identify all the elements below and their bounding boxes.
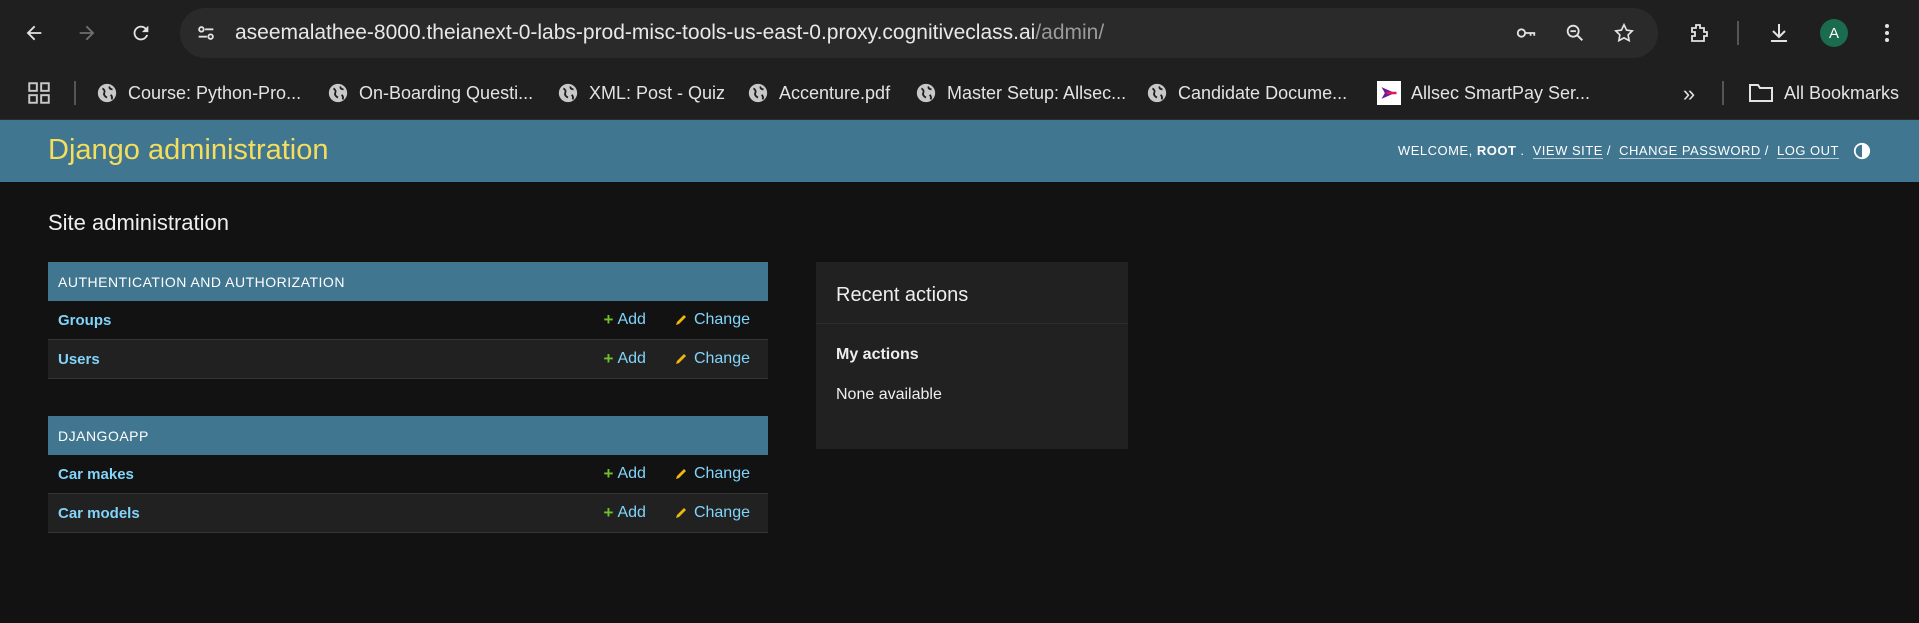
pencil-icon <box>675 508 686 518</box>
url-text[interactable]: aseemalathee-8000.theianext-0-labs-prod-… <box>235 21 1104 45</box>
url-host: aseemalathee-8000.theianext-0-labs-prod-… <box>235 21 1036 44</box>
reload-icon <box>133 25 149 41</box>
add-link[interactable]: + Add <box>604 349 646 369</box>
add-plus-icon: + <box>603 349 614 368</box>
log-out-link[interactable]: Log out <box>1776 143 1839 159</box>
bookmark-item[interactable]: Master Setup: Allsec... <box>915 79 1126 107</box>
browser-toolbar: aseemalathee-8000.theianext-0-labs-prod-… <box>0 0 1919 66</box>
app-caption-link[interactable]: Djangoapp <box>48 416 768 455</box>
model-row: Users + Add Change <box>48 340 768 379</box>
change-link[interactable]: Change <box>674 350 750 368</box>
bookmark-item[interactable]: On-Boarding Questi... <box>327 79 533 107</box>
forward-arrow-icon <box>79 25 95 41</box>
globe-icon <box>748 83 768 103</box>
all-bookmarks-button[interactable]: All Bookmarks <box>1748 79 1899 107</box>
pencil-icon <box>675 469 686 479</box>
change-label: Change <box>693 350 750 367</box>
my-actions-heading: My actions <box>836 346 919 363</box>
add-plus-icon: + <box>603 503 614 522</box>
app-module-auth: Authentication and Authorization Groups … <box>48 262 768 379</box>
bookmark-label: Allsec SmartPay Ser... <box>1411 82 1591 103</box>
change-link[interactable]: Change <box>674 465 750 483</box>
change-password-link[interactable]: Change password <box>1619 143 1761 159</box>
globe-icon <box>97 83 117 103</box>
bookmarks-divider <box>1722 81 1724 105</box>
apps-grid-icon[interactable] <box>26 80 52 106</box>
back-arrow-icon <box>26 25 42 41</box>
bookmark-item[interactable]: XML: Post - Quiz <box>557 79 725 107</box>
back-button[interactable] <box>17 16 51 50</box>
page-title: Site administration <box>48 210 229 235</box>
empty-actions-text: None available <box>836 386 942 403</box>
change-label: Change <box>693 504 750 521</box>
app-module-djangoapp: Djangoapp Car makes + Add Change Car mode… <box>48 416 768 533</box>
add-label: Add <box>617 504 646 521</box>
profile-avatar[interactable]: A <box>1820 19 1848 47</box>
bookmark-label: Candidate Docume... <box>1178 82 1348 103</box>
add-plus-icon: + <box>603 464 614 483</box>
model-link[interactable]: Car models <box>58 505 576 522</box>
model-link[interactable]: Groups <box>58 312 576 329</box>
add-label: Add <box>617 311 646 328</box>
theme-toggle-icon[interactable] <box>1853 142 1871 160</box>
add-link[interactable]: + Add <box>604 503 646 523</box>
url-path: /admin/ <box>1035 21 1105 44</box>
pencil-icon <box>675 354 686 364</box>
add-label: Add <box>617 465 646 482</box>
zoom-icon[interactable] <box>1561 19 1589 47</box>
bookmarks-divider <box>74 81 76 105</box>
change-label: Change <box>693 465 750 482</box>
bookmark-star-icon[interactable] <box>1610 19 1638 47</box>
password-key-icon[interactable] <box>1512 19 1540 47</box>
site-info-icon[interactable] <box>192 19 220 47</box>
bookmarks-bar: Course: Python-Pro... On-Boarding Questi… <box>0 66 1919 120</box>
pencil-icon <box>675 315 686 325</box>
address-bar[interactable]: aseemalathee-8000.theianext-0-labs-prod-… <box>180 8 1658 58</box>
add-link[interactable]: + Add <box>604 310 646 330</box>
change-label: Change <box>693 311 750 328</box>
globe-icon <box>558 83 578 103</box>
bookmark-label: Master Setup: Allsec... <box>947 82 1127 103</box>
bookmark-label: Accenture.pdf <box>779 82 891 103</box>
globe-icon <box>916 83 936 103</box>
view-site-link[interactable]: View site <box>1532 143 1603 159</box>
reload-button[interactable] <box>124 16 158 50</box>
allsec-logo-icon <box>1377 81 1401 105</box>
bookmark-item[interactable]: Course: Python-Pro... <box>96 79 301 107</box>
globe-icon <box>328 83 348 103</box>
globe-icon <box>1147 83 1167 103</box>
model-link[interactable]: Car makes <box>58 466 576 483</box>
extensions-icon[interactable] <box>1682 16 1716 50</box>
download-icon[interactable] <box>1762 16 1796 50</box>
forward-button[interactable] <box>70 16 104 50</box>
all-bookmarks-label: All Bookmarks <box>1784 82 1900 103</box>
bookmark-item[interactable]: Allsec SmartPay Ser... <box>1377 79 1590 107</box>
username: root <box>1476 143 1517 158</box>
more-bookmarks-chevron-icon[interactable]: » <box>1676 81 1702 107</box>
model-row: Car models + Add Change <box>48 494 768 533</box>
model-row: Groups + Add Change <box>48 301 768 340</box>
add-link[interactable]: + Add <box>604 464 646 484</box>
change-link[interactable]: Change <box>674 311 750 329</box>
welcome-text: Welcome, <box>1397 143 1477 158</box>
recent-actions-panel: Recent actions My actions None available <box>816 262 1128 449</box>
bookmark-label: XML: Post - Quiz <box>589 82 726 103</box>
kebab-menu-icon[interactable] <box>1870 16 1904 50</box>
model-link[interactable]: Users <box>58 351 576 368</box>
bookmark-label: On-Boarding Questi... <box>359 82 534 103</box>
add-label: Add <box>617 350 646 367</box>
bookmark-item[interactable]: Accenture.pdf <box>747 79 890 107</box>
recent-actions-title: Recent actions <box>816 262 1128 324</box>
bookmark-label: Course: Python-Pro... <box>128 82 302 103</box>
change-link[interactable]: Change <box>674 504 750 522</box>
add-plus-icon: + <box>603 310 614 329</box>
site-branding[interactable]: Django administration <box>48 134 328 167</box>
app-caption-link[interactable]: Authentication and Authorization <box>48 262 768 301</box>
toolbar-divider <box>1737 21 1739 45</box>
bookmark-item[interactable]: Candidate Docume... <box>1146 79 1347 107</box>
django-header: Django administration Welcome, root. Vie… <box>0 120 1919 182</box>
model-row: Car makes + Add Change <box>48 455 768 494</box>
user-tools: Welcome, root. View site / Change passwor… <box>1397 143 1839 159</box>
folder-icon <box>1749 84 1773 102</box>
